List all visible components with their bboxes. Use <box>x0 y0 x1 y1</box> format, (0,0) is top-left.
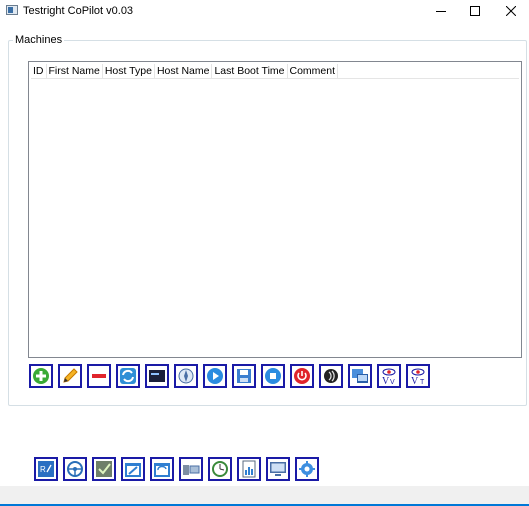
clock-button[interactable] <box>208 457 232 481</box>
maximize-button[interactable] <box>459 0 491 22</box>
clock-icon <box>212 461 228 477</box>
column-header-host-type[interactable]: Host Type <box>103 64 155 78</box>
machines-list-header: ID First Name Host Type Host Name Last B… <box>31 64 519 79</box>
svg-text:T: T <box>420 379 425 385</box>
edit-pencil-icon <box>63 368 78 383</box>
view-v-icon: VV <box>382 368 396 385</box>
calendar-sync-icon <box>154 463 170 477</box>
machine-toolbar: VV VT <box>29 364 430 388</box>
network-host-icon <box>183 465 200 475</box>
monitor-button[interactable] <box>266 457 290 481</box>
view-vt-icon: VT <box>411 368 425 385</box>
machines-group-label: Machines <box>13 34 65 46</box>
window-title: Testright CoPilot v0.03 <box>23 5 134 17</box>
refresh-button[interactable] <box>116 364 140 388</box>
column-header-id[interactable]: ID <box>31 64 47 78</box>
power-icon <box>294 368 310 384</box>
start-button[interactable] <box>203 364 227 388</box>
power-button[interactable] <box>290 364 314 388</box>
settings-button[interactable] <box>295 457 319 481</box>
minimize-button[interactable] <box>425 0 457 22</box>
calendar-edit-icon <box>125 463 141 477</box>
close-button[interactable] <box>495 0 527 22</box>
stop-button[interactable] <box>261 364 285 388</box>
save-button[interactable] <box>232 364 256 388</box>
ra-button[interactable]: R <box>34 457 58 481</box>
machines-list[interactable]: ID First Name Host Type Host Name Last B… <box>28 61 522 358</box>
compass-icon <box>178 368 194 384</box>
status-bar <box>0 486 529 506</box>
column-header-host-name[interactable]: Host Name <box>155 64 213 78</box>
close-icon <box>506 6 516 16</box>
tools-toolbar: R <box>34 457 319 481</box>
ra-icon: R <box>38 461 54 477</box>
remote-desktop-button[interactable] <box>348 364 372 388</box>
schedule-edit-button[interactable] <box>121 457 145 481</box>
terminal-icon <box>149 370 165 382</box>
monitor-icon <box>270 462 286 476</box>
svg-text:V: V <box>411 376 419 385</box>
edit-machine-button[interactable] <box>58 364 82 388</box>
play-icon <box>207 368 223 384</box>
navigate-button[interactable] <box>174 364 198 388</box>
drive-button[interactable] <box>63 457 87 481</box>
broadcast-icon <box>324 369 338 383</box>
minimize-icon <box>436 11 446 12</box>
maximize-icon <box>470 6 480 16</box>
column-header-first-name[interactable]: First Name <box>47 64 103 78</box>
report-icon <box>242 460 256 478</box>
selenium-check-icon <box>96 461 112 477</box>
column-header-last-boot-time[interactable]: Last Boot Time <box>212 64 288 78</box>
remote-desktop-icon <box>352 369 368 383</box>
refresh-icon <box>120 368 136 384</box>
broadcast-button[interactable] <box>319 364 343 388</box>
add-icon <box>33 368 49 384</box>
remove-icon <box>92 374 106 378</box>
save-icon <box>237 369 251 383</box>
steering-wheel-icon <box>67 461 83 477</box>
view-v-button[interactable]: VV <box>377 364 401 388</box>
remove-machine-button[interactable] <box>87 364 111 388</box>
terminal-button[interactable] <box>145 364 169 388</box>
column-header-comment[interactable]: Comment <box>288 64 339 78</box>
report-button[interactable] <box>237 457 261 481</box>
svg-text:R: R <box>40 465 46 474</box>
selenium-button[interactable] <box>92 457 116 481</box>
view-vt-button[interactable]: VT <box>406 364 430 388</box>
add-machine-button[interactable] <box>29 364 53 388</box>
title-bar: Testright CoPilot v0.03 <box>0 0 529 22</box>
network-host-button[interactable] <box>179 457 203 481</box>
schedule-sync-button[interactable] <box>150 457 174 481</box>
svg-text:V: V <box>390 379 395 385</box>
app-icon <box>6 5 18 15</box>
stop-icon <box>265 368 281 384</box>
settings-gear-icon <box>299 461 315 477</box>
svg-text:V: V <box>382 376 390 385</box>
